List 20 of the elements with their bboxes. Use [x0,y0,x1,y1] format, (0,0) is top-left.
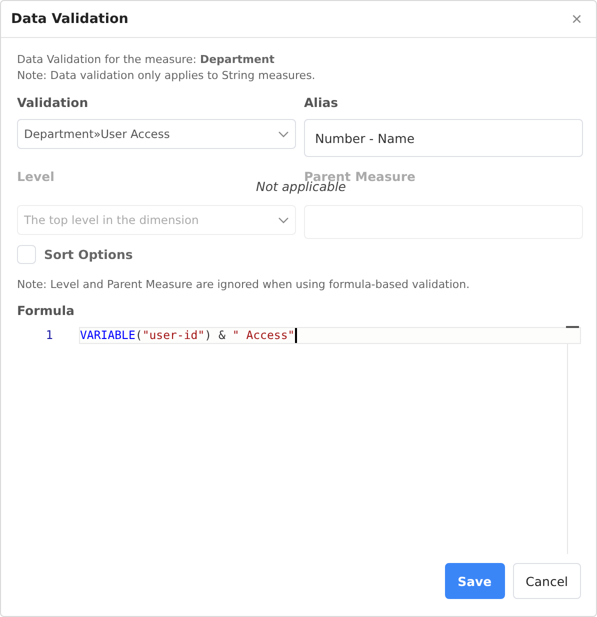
dropdown-field[interactable]: Department»User Access [17,119,296,149]
measure-description: Data Validation for the measure: Department [17,52,276,68]
chevron-down-icon [278,130,289,138]
dialog-title: Data Validation [11,11,128,27]
field-label: Formula [17,303,76,318]
scrollbar-thumb [566,326,579,328]
close-button[interactable]: × [567,8,586,30]
info-note: Note: Level and Parent Measure are ignored when using formula-based validation. [17,278,471,291]
checkbox-label: Sort Options [44,247,133,262]
line-number: 1 [44,327,54,344]
field-label: Alias [304,95,338,112]
save-button[interactable]: Save [444,563,505,599]
checkbox[interactable] [17,245,36,264]
chevron-down-icon [278,216,289,224]
input-field[interactable]: Number - Name [304,119,583,157]
field-label: Validation [17,95,88,112]
info-note: Note: Data validation only applies to String measures. [17,68,316,84]
field-label: Level [17,169,54,186]
code-editor[interactable]: VARIABLE("user-id") & " Access" [79,327,581,344]
cancel-button[interactable]: Cancel [512,563,581,599]
